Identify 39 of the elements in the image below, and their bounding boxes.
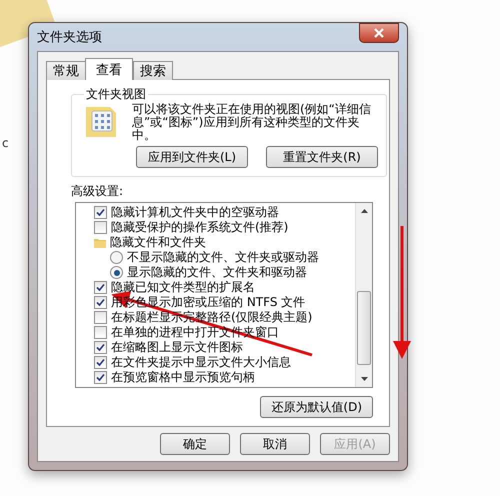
radio-button[interactable]: [110, 251, 123, 264]
radio-button[interactable]: [110, 266, 123, 279]
restore-defaults-button[interactable]: 还原为默认值(D): [260, 396, 373, 418]
description-text: 可以将该文件夹正在使用的视图(例如“详细信息”或“图标”)应用到所有这种类型的文件夹中。: [132, 103, 372, 142]
checkbox[interactable]: [94, 326, 107, 339]
checkbox[interactable]: [94, 206, 107, 219]
tab[interactable]: 搜索: [133, 61, 173, 80]
checkbox[interactable]: [94, 356, 107, 369]
tab[interactable]: 常规: [46, 61, 86, 80]
tab[interactable]: 查看: [85, 58, 133, 80]
folder-view-button[interactable]: 应用到文件夹(L): [136, 146, 248, 168]
option-label: 不显示隐藏的文件、文件夹或驱动器: [127, 249, 319, 266]
section-label: 高级设置:: [71, 183, 124, 200]
folder-icon: [94, 237, 106, 248]
checkbox[interactable]: [94, 281, 107, 294]
folder-view-button[interactable]: 重置文件夹(R): [266, 146, 378, 168]
scrollbar[interactable]: [355, 203, 372, 387]
scroll-down-icon: [360, 377, 368, 381]
option-label: 隐藏已知文件类型的扩展名: [111, 279, 255, 296]
window-title: 文件夹选项: [37, 29, 102, 46]
option-label: 在预览窗格中显示预览句柄: [111, 369, 255, 386]
checkbox[interactable]: [94, 296, 107, 309]
close-icon: [374, 28, 384, 38]
checkbox[interactable]: [94, 341, 107, 354]
option-label: 在文件夹提示中显示文件大小信息: [111, 354, 291, 370]
checkbox[interactable]: [94, 221, 107, 234]
option-label: 在缩略图上显示文件图标: [111, 339, 243, 356]
close-button[interactable]: [359, 23, 399, 43]
option-label: 隐藏受保护的操作系统文件(推荐): [111, 219, 288, 236]
dialog-button[interactable]: 取消: [240, 433, 310, 455]
group-label: 隐藏文件和文件夹: [110, 234, 206, 251]
option-label: 显示隐藏的文件、文件夹和驱动器: [127, 264, 307, 281]
group-title: 文件夹视图: [85, 86, 147, 103]
dialog-button[interactable]: 确定: [160, 433, 230, 455]
scroll-up-icon: [360, 209, 368, 213]
checkbox[interactable]: [94, 311, 107, 324]
option-label: 隐藏计算机文件夹中的空驱动器: [111, 204, 279, 221]
checkbox[interactable]: [94, 371, 107, 384]
stray-text: c: [2, 136, 9, 150]
